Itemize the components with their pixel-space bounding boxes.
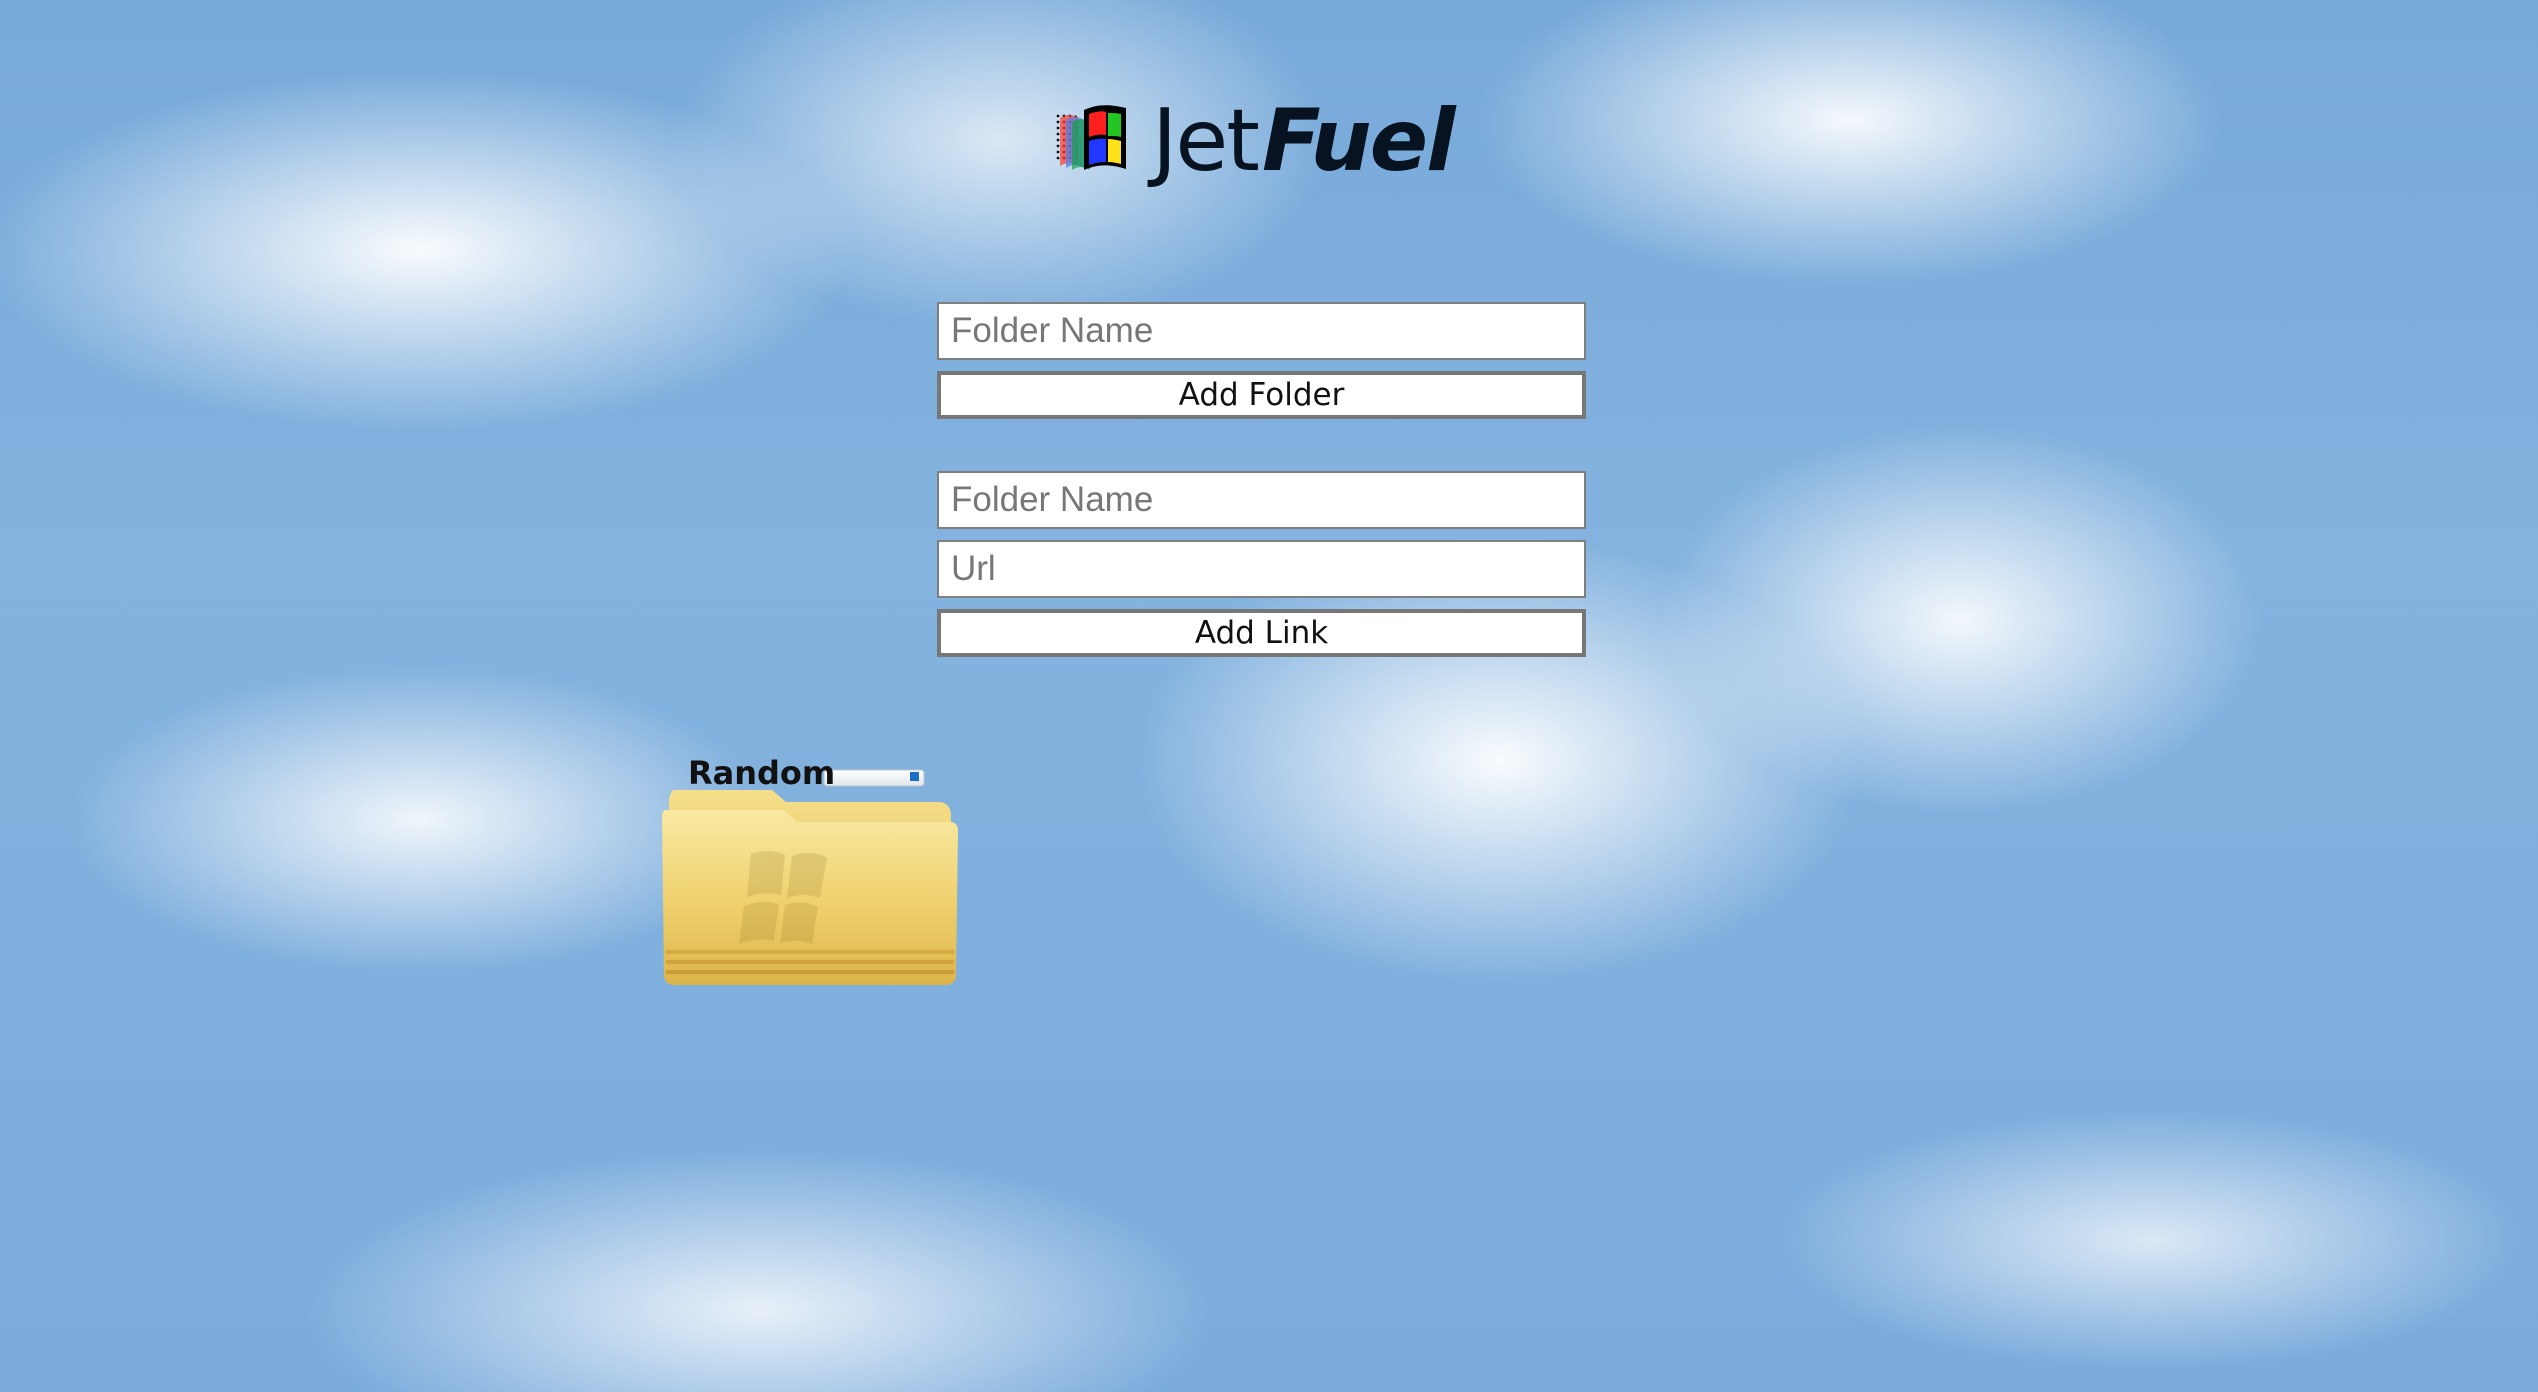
add-link-section: Add Link xyxy=(937,471,1586,657)
folder-random[interactable]: Random xyxy=(660,752,960,992)
add-link-button[interactable]: Add Link xyxy=(937,609,1586,657)
app-logo: Jet Fuel xyxy=(1050,86,1480,196)
brand-name-regular: Jet xyxy=(1152,91,1260,191)
link-manager-form: Add Folder Add Link xyxy=(937,302,1586,657)
brand-name: Jet Fuel xyxy=(1152,91,1456,191)
add-folder-section: Add Folder xyxy=(937,302,1586,419)
link-folder-name-input[interactable] xyxy=(937,471,1586,529)
folder-name-input[interactable] xyxy=(937,302,1586,360)
brand-name-bold: Fuel xyxy=(1262,91,1456,191)
url-input[interactable] xyxy=(937,540,1586,598)
windows-flag-icon xyxy=(1054,105,1126,170)
add-folder-button[interactable]: Add Folder xyxy=(937,371,1586,419)
folder-label: Random xyxy=(688,754,836,792)
